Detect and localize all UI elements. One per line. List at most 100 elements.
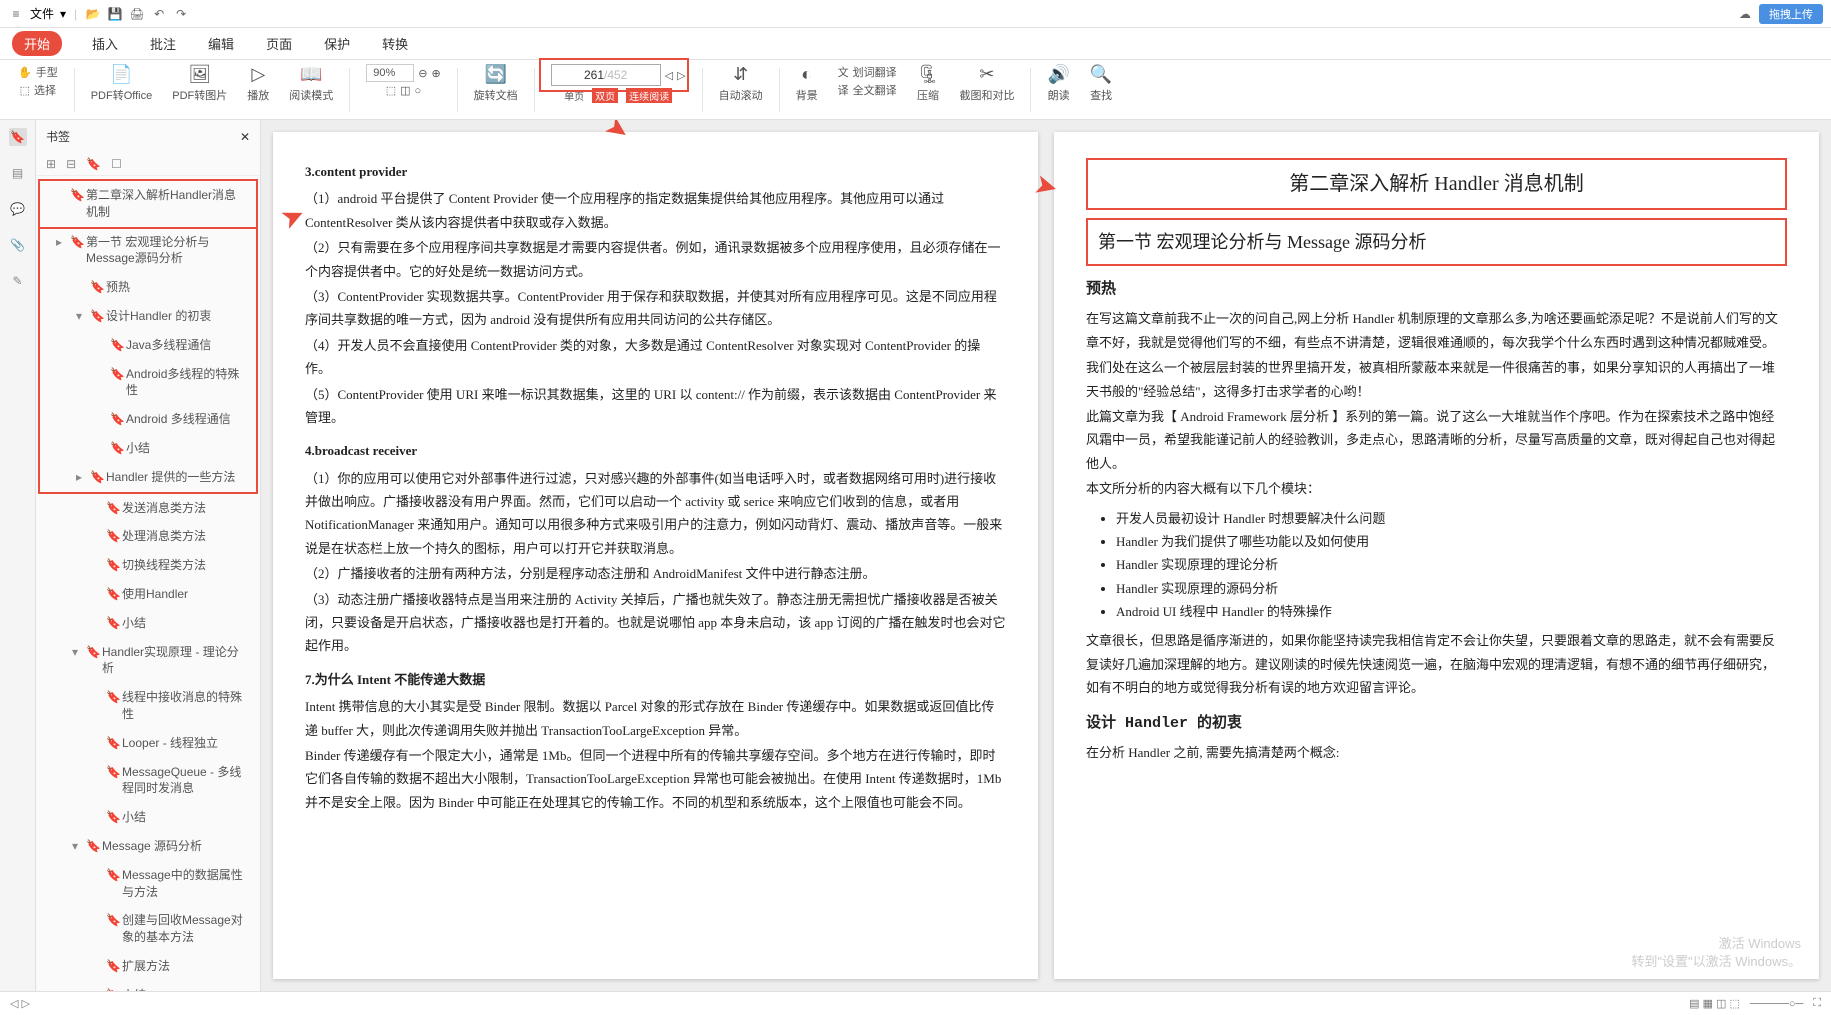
heading: 预热 bbox=[1086, 276, 1787, 303]
bookmark-node[interactable]: 🔖线程中接收消息的特殊性 bbox=[36, 683, 260, 729]
read-aloud[interactable]: 🔊朗读 bbox=[1041, 64, 1075, 103]
bookmark-node[interactable]: 🔖小结 bbox=[40, 434, 256, 463]
heading: 设计 Handler 的初衷 bbox=[1086, 710, 1787, 737]
bookmark-node[interactable]: 🔖切换线程类方法 bbox=[36, 551, 260, 580]
windows-watermark: 激活 Windows 转到"设置"以激活 Windows。 bbox=[1631, 935, 1801, 971]
save-icon[interactable]: 💾 bbox=[107, 6, 123, 22]
open-icon[interactable]: 📂 bbox=[85, 6, 101, 22]
play-button[interactable]: ▷播放 bbox=[241, 64, 275, 103]
fit-page-icon[interactable]: ◫ bbox=[400, 84, 410, 97]
print-icon[interactable]: 🖨 bbox=[129, 6, 145, 22]
collapse-all-icon[interactable]: ⊟ bbox=[66, 157, 76, 171]
bookmark-node[interactable]: 🔖Looper - 线程独立 bbox=[36, 729, 260, 758]
bookmark-node[interactable]: 🔖创建与回收Message对象的基本方法 bbox=[36, 906, 260, 952]
zoom-select[interactable]: 90% bbox=[366, 64, 414, 82]
tab-start[interactable]: 开始 bbox=[12, 31, 62, 56]
hand-tool[interactable]: ✋手型 bbox=[18, 64, 58, 80]
tab-review[interactable]: 批注 bbox=[148, 28, 178, 59]
sidebar: 书签 ✕ ⊞ ⊟ 🔖 ☐ 🔖第二章深入解析Handler消息机制▸🔖第一节 宏观… bbox=[36, 120, 261, 991]
bookmark-node[interactable]: 🔖Java多线程通信 bbox=[40, 331, 256, 360]
page-left: 3.content provider （1）android 平台提供了 Cont… bbox=[273, 132, 1038, 979]
heading: 4.broadcast receiver bbox=[305, 439, 1006, 462]
tab-insert[interactable]: 插入 bbox=[90, 28, 120, 59]
toolbar: ✋手型 ⬚选择 📄PDF转Office 🖼PDF转图片 ▷播放 📖阅读模式 90… bbox=[0, 60, 1831, 120]
pdf-to-office[interactable]: 📄PDF转Office bbox=[85, 64, 159, 103]
tab-page[interactable]: 页面 bbox=[264, 28, 294, 59]
fullscreen-icon[interactable]: ⛶ bbox=[1813, 997, 1821, 1010]
title-bar: ≡ 文件 ▾ | 📂 💾 🖨 ↶ ↷ ☁ 拖拽上传 bbox=[0, 0, 1831, 28]
thumbnail-panel-icon[interactable]: ▤ bbox=[9, 164, 27, 182]
bookmark-node[interactable]: 🔖MessageQueue - 多线程同时发消息 bbox=[36, 758, 260, 804]
bookmark-node[interactable]: 🔖发送消息类方法 bbox=[36, 494, 260, 523]
left-icon-rail: 🔖 ▤ 💬 📎 ✎ bbox=[0, 120, 36, 991]
next-page-icon[interactable]: ▷ bbox=[677, 69, 685, 82]
bookmark-node[interactable]: 🔖Android多线程的特殊性 bbox=[40, 360, 256, 406]
bookmark-node[interactable]: ▸🔖第一节 宏观理论分析与Message源码分析 bbox=[40, 228, 256, 274]
prev-page-icon[interactable]: ◁ bbox=[665, 69, 673, 82]
file-menu[interactable]: 文件 bbox=[30, 5, 54, 22]
bookmark-node[interactable]: 🔖Message中的数据属性与方法 bbox=[36, 861, 260, 907]
read-mode[interactable]: 📖阅读模式 bbox=[283, 64, 339, 103]
document-view[interactable]: ➤ 3.content provider （1）android 平台提供了 Co… bbox=[261, 120, 1831, 991]
bullet-list: 开发人员最初设计 Handler 时想要解决什么问题 Handler 为我们提供… bbox=[1086, 507, 1787, 624]
close-sidebar-icon[interactable]: ✕ bbox=[240, 130, 250, 144]
compress[interactable]: 🗜压缩 bbox=[911, 64, 946, 103]
redo-icon[interactable]: ↷ bbox=[173, 6, 189, 22]
cloud-icon[interactable]: ☁ bbox=[1737, 6, 1753, 22]
app-menu-icon[interactable]: ≡ bbox=[8, 6, 24, 22]
background[interactable]: ◐背景 bbox=[790, 64, 824, 103]
view-mode-icons[interactable]: ▤ ▦ ◫ ⬚ bbox=[1689, 997, 1740, 1010]
bookmark-node[interactable]: 🔖使用Handler bbox=[36, 580, 260, 609]
bookmark-node[interactable]: ▾🔖Message 源码分析 bbox=[36, 832, 260, 861]
zoom-out-icon[interactable]: ⊖ bbox=[418, 67, 427, 80]
page-right: 第二章深入解析 Handler 消息机制 第一节 宏观理论分析与 Message… bbox=[1054, 132, 1819, 979]
bookmark-icon[interactable]: ☐ bbox=[111, 157, 122, 171]
auto-scroll[interactable]: ⇵自动滚动 bbox=[713, 64, 769, 103]
undo-icon[interactable]: ↶ bbox=[151, 6, 167, 22]
tab-edit[interactable]: 编辑 bbox=[206, 28, 236, 59]
zoom-slider[interactable]: ─────○─ bbox=[1750, 998, 1803, 1010]
status-bar: ◁ ▷ ▤ ▦ ◫ ⬚ ─────○─ ⛶ bbox=[0, 991, 1831, 1015]
single-page[interactable]: 单页 bbox=[564, 88, 584, 103]
tab-convert[interactable]: 转换 bbox=[380, 28, 410, 59]
status-nav[interactable]: ◁ ▷ bbox=[10, 997, 30, 1010]
find[interactable]: 🔍查找 bbox=[1084, 64, 1118, 103]
zoom-in-icon[interactable]: ⊕ bbox=[431, 67, 440, 80]
pdf-to-image[interactable]: 🖼PDF转图片 bbox=[166, 64, 233, 103]
expand-all-icon[interactable]: ⊞ bbox=[46, 157, 56, 171]
attachment-panel-icon[interactable]: 📎 bbox=[9, 236, 27, 254]
bookmark-node[interactable]: 🔖处理消息类方法 bbox=[36, 522, 260, 551]
bookmark-node[interactable]: ▾🔖Handler实现原理 - 理论分析 bbox=[36, 638, 260, 684]
bookmark-node[interactable]: ▸🔖Handler 提供的一些方法 bbox=[40, 463, 256, 492]
sidebar-title: 书签 bbox=[46, 128, 70, 145]
main-area: 🔖 ▤ 💬 📎 ✎ 书签 ✕ ⊞ ⊟ 🔖 ☐ 🔖第二章深入解析Handler消息… bbox=[0, 120, 1831, 991]
heading: 3.content provider bbox=[305, 160, 1006, 183]
highlight-panel-icon[interactable]: ✎ bbox=[9, 272, 27, 290]
bookmark-panel-icon[interactable]: 🔖 bbox=[9, 128, 27, 146]
fit-width-icon[interactable]: ⬚ bbox=[386, 84, 396, 97]
rotate-doc[interactable]: 🔄旋转文档 bbox=[468, 64, 524, 103]
bookmark-node[interactable]: 🔖预热 bbox=[40, 273, 256, 302]
annotation-section-box: 第一节 宏观理论分析与 Message 源码分析 bbox=[1086, 218, 1787, 266]
add-bookmark-icon[interactable]: 🔖 bbox=[86, 157, 101, 171]
double-page[interactable]: 双页 bbox=[592, 88, 618, 103]
fit-actual-icon[interactable]: ○ bbox=[415, 85, 422, 97]
bookmark-tree[interactable]: 🔖第二章深入解析Handler消息机制▸🔖第一节 宏观理论分析与Message源… bbox=[36, 176, 260, 991]
annotation-title-box: 第二章深入解析 Handler 消息机制 bbox=[1086, 158, 1787, 210]
full-translate[interactable]: 译全文翻译 bbox=[838, 82, 897, 98]
bookmark-node[interactable]: 🔖扩展方法 bbox=[36, 952, 260, 981]
bookmark-node[interactable]: 🔖小结 bbox=[36, 803, 260, 832]
tab-protect[interactable]: 保护 bbox=[322, 28, 352, 59]
continuous-read[interactable]: 连续阅读 bbox=[626, 88, 672, 103]
select-tool[interactable]: ⬚选择 bbox=[20, 82, 56, 98]
bookmark-node[interactable]: 🔖小结 bbox=[36, 981, 260, 991]
upload-button[interactable]: 拖拽上传 bbox=[1759, 4, 1823, 24]
crop-compare[interactable]: ✂截图和对比 bbox=[953, 64, 1020, 103]
bookmark-node[interactable]: ▾🔖设计Handler 的初衷 bbox=[40, 302, 256, 331]
bookmark-node[interactable]: 🔖Android 多线程通信 bbox=[40, 405, 256, 434]
page-number-input[interactable]: 261/452 bbox=[551, 64, 661, 86]
word-translate[interactable]: 文划词翻译 bbox=[838, 64, 897, 80]
bookmark-node[interactable]: 🔖小结 bbox=[36, 609, 260, 638]
comment-panel-icon[interactable]: 💬 bbox=[9, 200, 27, 218]
bookmark-node[interactable]: 🔖第二章深入解析Handler消息机制 bbox=[38, 179, 258, 229]
